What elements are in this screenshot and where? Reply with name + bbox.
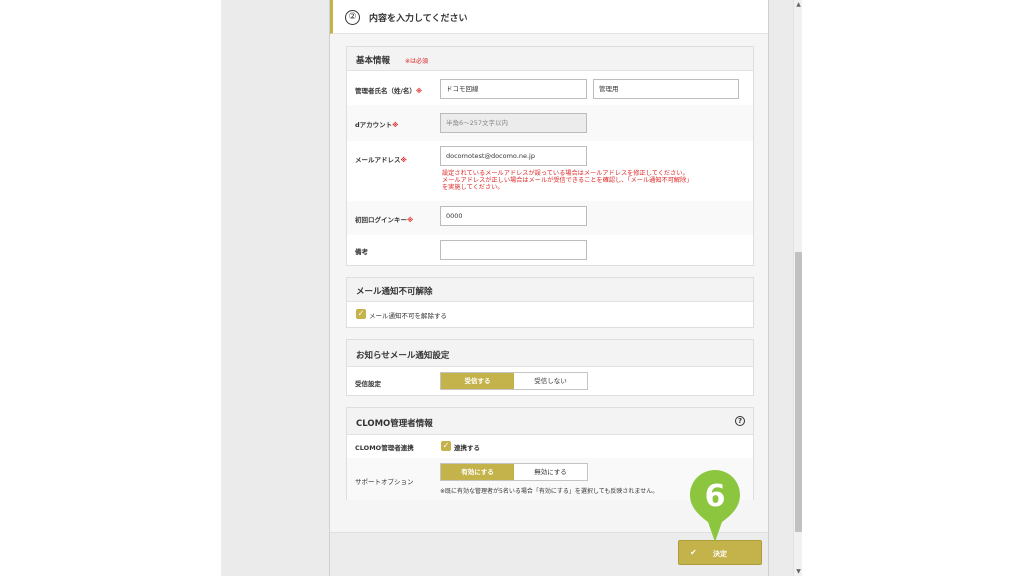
clomo-link-checkbox-label[interactable]: 連携する <box>454 442 480 452</box>
notice-header: お知らせメール通知設定 <box>347 340 753 367</box>
support-toggle: 有効にする 無効にする <box>440 463 588 481</box>
step-number-badge: ② <box>345 10 360 25</box>
name-row: 管理者氏名（姓/名）※ ドコモ回線 管理用 <box>347 71 753 105</box>
check-icon: ✔ <box>690 548 697 557</box>
daccount-row: dアカウント※ 半角6～257文字以内 <box>347 105 753 141</box>
support-disable-button[interactable]: 無効にする <box>514 464 587 480</box>
receive-on-button[interactable]: 受信する <box>441 373 514 389</box>
receive-toggle: 受信する 受信しない <box>440 372 588 390</box>
mail-unblock-section: メール通知不可解除 ✓ メール通知不可を解除する <box>346 277 754 328</box>
step-marker-number: 6 <box>705 479 726 514</box>
clomo-link-label: CLOMO管理者連携 <box>355 444 414 452</box>
daccount-input: 半角6～257文字以内 <box>440 113 587 133</box>
scroll-down-icon[interactable]: ▼ <box>794 567 803 576</box>
daccount-label: dアカウント※ <box>355 121 399 129</box>
required-note: ※は必須 <box>405 58 429 65</box>
login-key-label: 初回ログインキー※ <box>355 216 414 224</box>
support-note: ※既に有効な管理者が5名いる場合「有効にする」を選択しても反映されません。 <box>440 488 659 495</box>
form-body: 基本情報 ※は必須 管理者氏名（姓/名）※ ドコモ回線 管理用 dアカウント※ … <box>330 34 768 532</box>
basic-info-section: 基本情報 ※は必須 管理者氏名（姓/名）※ ドコモ回線 管理用 dアカウント※ … <box>346 46 754 266</box>
notice-title: お知らせメール通知設定 <box>356 351 450 361</box>
panel-header: ② 内容を入力してください <box>330 0 768 34</box>
scrollbar-thumb[interactable] <box>795 252 802 532</box>
help-icon[interactable]: ? <box>735 416 745 426</box>
panel-title: 内容を入力してください <box>369 14 468 24</box>
receive-off-button[interactable]: 受信しない <box>514 373 587 389</box>
support-enable-button[interactable]: 有効にする <box>441 464 514 480</box>
name-label: 管理者氏名（姓/名）※ <box>355 87 423 95</box>
receive-setting-label: 受信設定 <box>355 380 381 388</box>
notice-section: お知らせメール通知設定 受信設定 受信する 受信しない <box>346 339 754 396</box>
email-label: メールアドレス※ <box>355 156 407 164</box>
mail-unblock-checkbox[interactable]: ✓ <box>356 309 366 319</box>
mail-unblock-header: メール通知不可解除 <box>347 278 753 302</box>
basic-info-header: 基本情報 ※は必須 <box>347 47 753 71</box>
step-marker-pin-icon: 6 <box>690 470 740 542</box>
first-name-input[interactable]: 管理用 <box>593 79 739 99</box>
email-warning: 設定されているメールアドレスが誤っている場合はメールアドレスを修正してください。… <box>442 170 693 191</box>
mail-unblock-title: メール通知不可解除 <box>356 287 433 297</box>
remarks-row: 備考 <box>347 235 753 266</box>
scroll-up-icon[interactable]: ▲ <box>794 0 803 9</box>
remarks-input[interactable] <box>440 240 587 260</box>
vertical-scrollbar[interactable]: ▲ ▼ <box>793 0 802 576</box>
clomo-link-checkbox[interactable]: ✓ <box>441 441 451 451</box>
support-option-label: サポートオプション <box>355 478 414 486</box>
clomo-title: CLOMO管理者情報 <box>356 419 433 429</box>
remarks-label: 備考 <box>355 248 368 256</box>
mail-unblock-checkbox-label[interactable]: メール通知不可を解除する <box>369 310 447 320</box>
last-name-input[interactable]: ドコモ回線 <box>440 79 587 99</box>
clomo-header: CLOMO管理者情報 ? <box>347 408 753 435</box>
basic-info-title: 基本情報 <box>356 56 391 66</box>
login-key-input[interactable]: 0000 <box>440 206 587 226</box>
email-row: メールアドレス※ docomotest@docomo.ne.jp 設定されている… <box>347 141 753 201</box>
login-key-row: 初回ログインキー※ 0000 <box>347 201 753 235</box>
email-input[interactable]: docomotest@docomo.ne.jp <box>440 146 587 166</box>
